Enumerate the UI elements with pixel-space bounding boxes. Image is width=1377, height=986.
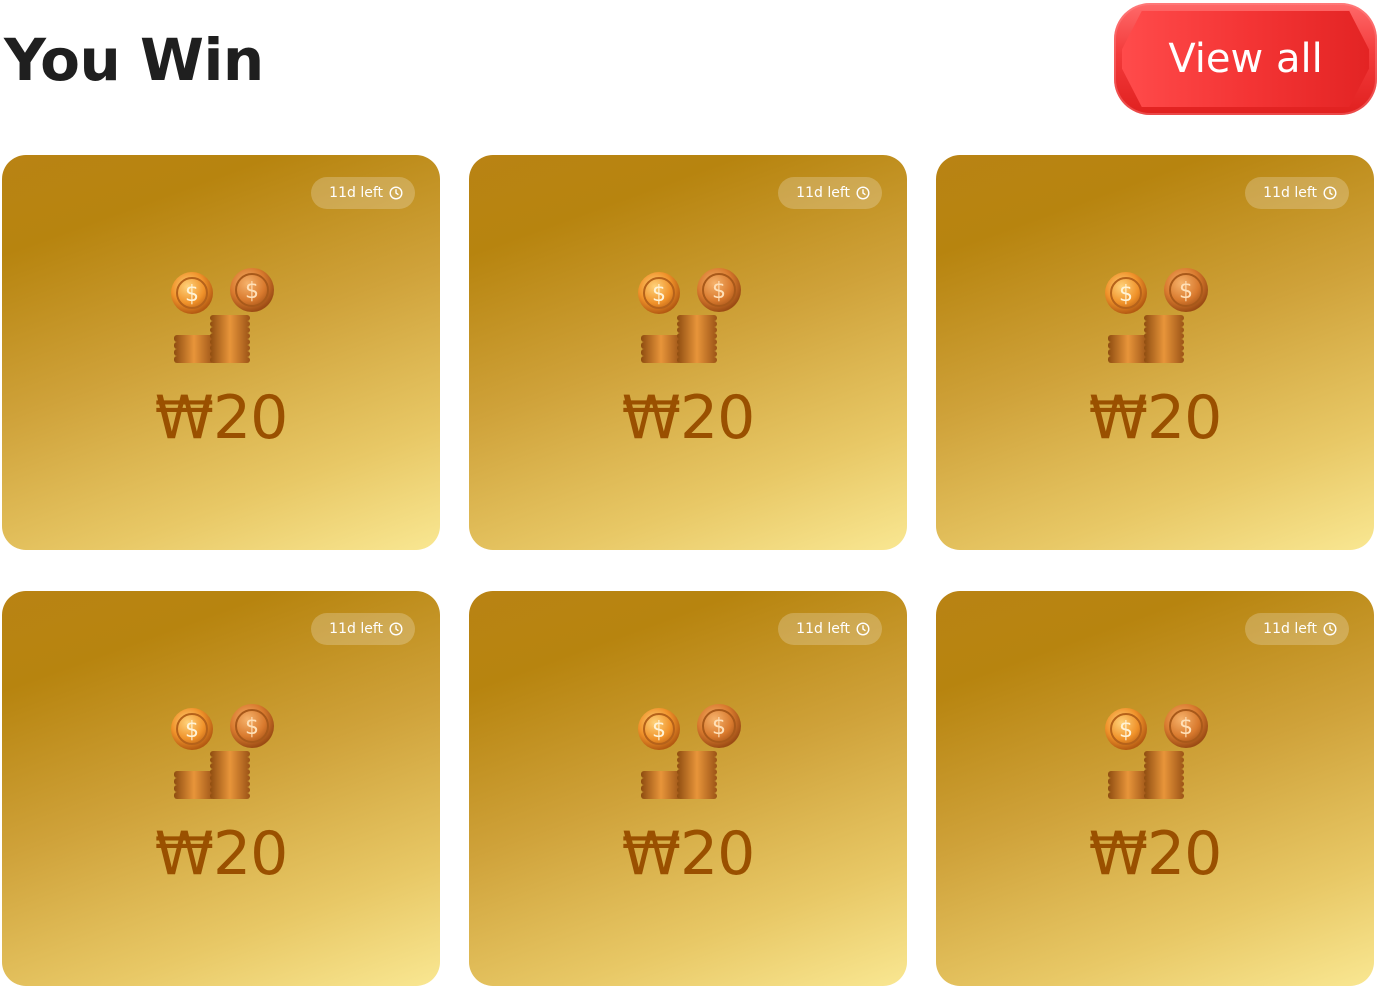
svg-text:$: $ <box>185 718 199 743</box>
time-left-text: 11d left <box>329 185 383 201</box>
coins-icon: $ $ <box>1105 704 1208 799</box>
reward-amount: ₩20 <box>154 383 289 453</box>
clock-icon <box>856 186 870 200</box>
reward-card[interactable]: 11d left $ $ ₩20 <box>936 155 1374 550</box>
coins-icon: $ $ <box>171 704 274 799</box>
svg-text:$: $ <box>245 715 259 740</box>
coins-icon: $ $ <box>171 268 274 363</box>
svg-text:$: $ <box>185 282 199 307</box>
coins-icon: $ $ <box>1105 268 1208 363</box>
clock-icon <box>389 186 403 200</box>
svg-text:$: $ <box>712 279 726 304</box>
time-left-badge: 11d left <box>311 177 415 209</box>
reward-amount: ₩20 <box>1088 819 1223 889</box>
clock-icon <box>1323 186 1337 200</box>
reward-card[interactable]: 11d left $ $ ₩20 <box>936 591 1374 986</box>
time-left-text: 11d left <box>796 621 850 637</box>
reward-amount: ₩20 <box>154 819 289 889</box>
clock-icon <box>1323 622 1337 636</box>
time-left-text: 11d left <box>329 621 383 637</box>
rewards-grid: 11d left $ $ ₩20 11d left $ $ ₩20 11d le… <box>2 155 1374 986</box>
svg-text:$: $ <box>1119 718 1133 743</box>
reward-card[interactable]: 11d left $ $ ₩20 <box>469 155 907 550</box>
time-left-badge: 11d left <box>778 613 882 645</box>
time-left-text: 11d left <box>1263 185 1317 201</box>
svg-text:$: $ <box>1179 279 1193 304</box>
clock-icon <box>389 622 403 636</box>
clock-icon <box>856 622 870 636</box>
view-all-label: View all <box>1168 36 1323 82</box>
time-left-badge: 11d left <box>1245 177 1349 209</box>
time-left-badge: 11d left <box>778 177 882 209</box>
time-left-text: 11d left <box>796 185 850 201</box>
reward-card[interactable]: 11d left $ $ ₩20 <box>2 155 440 550</box>
view-all-button[interactable]: View all <box>1114 3 1377 115</box>
svg-text:$: $ <box>652 718 666 743</box>
header: You Win View all <box>0 0 1377 120</box>
svg-text:$: $ <box>712 715 726 740</box>
svg-text:$: $ <box>245 279 259 304</box>
reward-amount: ₩20 <box>1088 383 1223 453</box>
reward-amount: ₩20 <box>621 383 756 453</box>
page-title: You Win <box>4 26 264 94</box>
coins-icon: $ $ <box>638 704 741 799</box>
reward-card[interactable]: 11d left $ $ ₩20 <box>469 591 907 986</box>
svg-text:$: $ <box>1179 715 1193 740</box>
time-left-badge: 11d left <box>1245 613 1349 645</box>
reward-card[interactable]: 11d left $ $ ₩20 <box>2 591 440 986</box>
time-left-text: 11d left <box>1263 621 1317 637</box>
time-left-badge: 11d left <box>311 613 415 645</box>
reward-amount: ₩20 <box>621 819 756 889</box>
svg-text:$: $ <box>1119 282 1133 307</box>
coins-icon: $ $ <box>638 268 741 363</box>
svg-text:$: $ <box>652 282 666 307</box>
